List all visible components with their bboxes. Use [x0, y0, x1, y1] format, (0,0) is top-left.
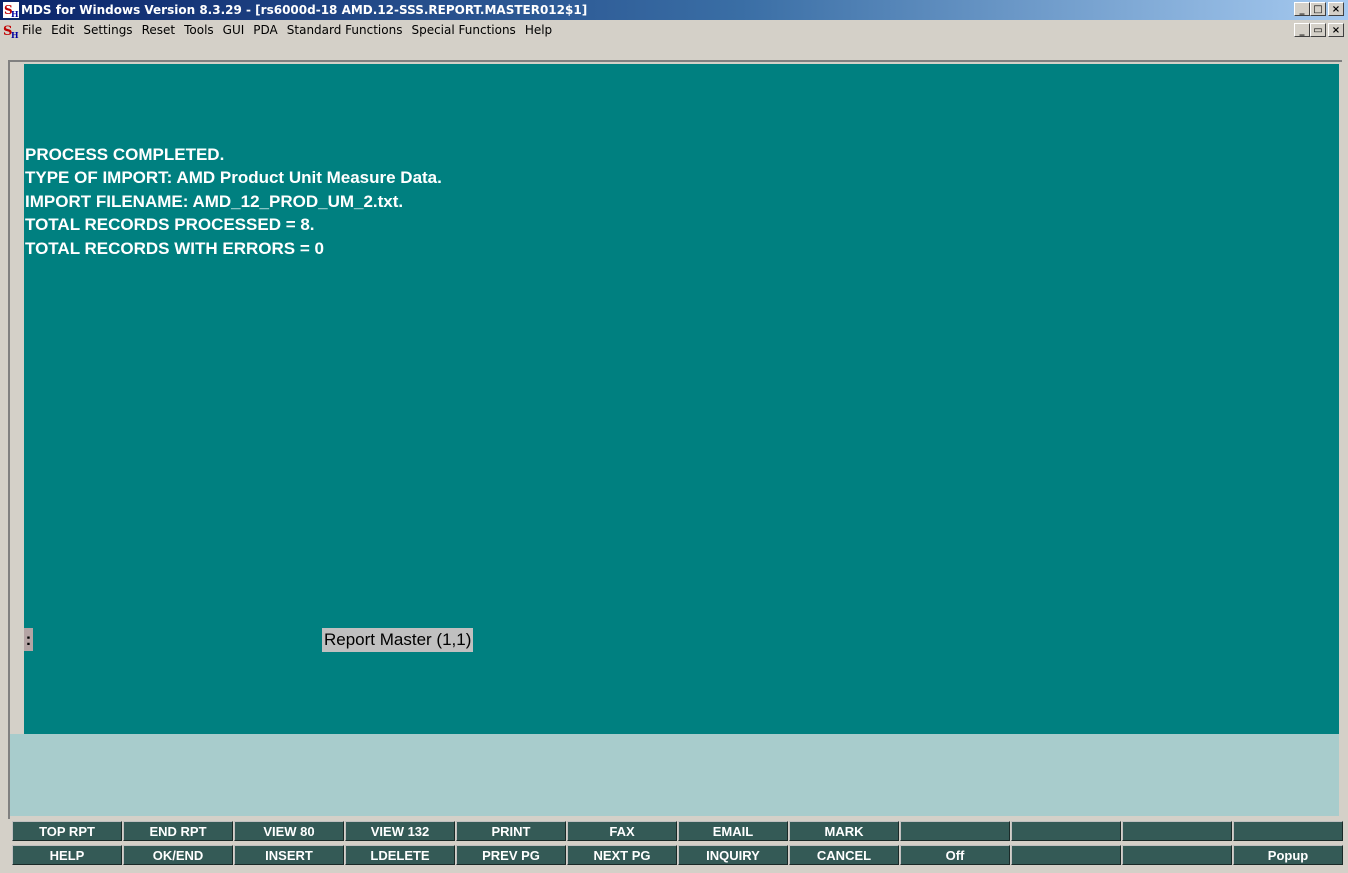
close-button[interactable]: ×: [1328, 2, 1344, 16]
fkey-end-rpt[interactable]: END RPT: [123, 821, 233, 841]
terminal-line: TYPE OF IMPORT: AMD Product Unit Measure…: [25, 168, 442, 187]
child-restore-button[interactable]: ▭: [1310, 23, 1326, 37]
menu-reset[interactable]: Reset: [142, 23, 176, 37]
fkey-blank[interactable]: [1011, 821, 1121, 841]
app-icon[interactable]: S H: [3, 2, 19, 18]
command-prompt[interactable]: :: [24, 628, 33, 651]
fkey-blank[interactable]: [1233, 821, 1343, 841]
fkey-email[interactable]: EMAIL: [678, 821, 788, 841]
menu-standard-functions[interactable]: Standard Functions: [287, 23, 403, 37]
fkey-ok-end[interactable]: OK/END: [123, 845, 233, 865]
menu-pda[interactable]: PDA: [253, 23, 277, 37]
document-icon[interactable]: S H: [3, 23, 19, 39]
fkey-inquiry[interactable]: INQUIRY: [678, 845, 788, 865]
menu-special-functions[interactable]: Special Functions: [411, 23, 515, 37]
function-key-row-1: TOP RPT END RPT VIEW 80 VIEW 132 PRINT F…: [12, 821, 1344, 841]
fkey-prev-pg[interactable]: PREV PG: [456, 845, 566, 865]
fkey-popup[interactable]: Popup: [1233, 845, 1343, 865]
terminal-screen[interactable]: PROCESS COMPLETED. TYPE OF IMPORT: AMD P…: [24, 64, 1339, 734]
fkey-blank[interactable]: [1122, 821, 1232, 841]
title-bar[interactable]: S H MDS for Windows Version 8.3.29 - [rs…: [0, 0, 1348, 20]
fkey-ldelete[interactable]: LDELETE: [345, 845, 455, 865]
fkey-fax[interactable]: FAX: [567, 821, 677, 841]
menu-bar: S H File Edit Settings Reset Tools GUI P…: [0, 20, 1348, 40]
fkey-view-132[interactable]: VIEW 132: [345, 821, 455, 841]
menu-file[interactable]: File: [22, 23, 42, 37]
menu-gui[interactable]: GUI: [223, 23, 245, 37]
fkey-mark[interactable]: MARK: [789, 821, 899, 841]
menu-tools[interactable]: Tools: [184, 23, 214, 37]
menu-settings[interactable]: Settings: [83, 23, 132, 37]
terminal-line: PROCESS COMPLETED.: [25, 145, 225, 164]
fkey-off[interactable]: Off: [900, 845, 1010, 865]
window-title: MDS for Windows Version 8.3.29 - [rs6000…: [21, 3, 588, 17]
child-close-button[interactable]: ×: [1328, 23, 1344, 37]
fkey-next-pg[interactable]: NEXT PG: [567, 845, 677, 865]
fkey-print[interactable]: PRINT: [456, 821, 566, 841]
terminal-line: TOTAL RECORDS PROCESSED = 8.: [25, 215, 315, 234]
report-master-label: Report Master (1,1): [322, 628, 474, 652]
svg-text:H: H: [11, 9, 19, 18]
menu-edit[interactable]: Edit: [51, 23, 74, 37]
fkey-top-rpt[interactable]: TOP RPT: [12, 821, 122, 841]
terminal-line: IMPORT FILENAME: AMD_12_PROD_UM_2.txt.: [25, 192, 404, 211]
function-key-bar: TOP RPT END RPT VIEW 80 VIEW 132 PRINT F…: [12, 821, 1343, 867]
fkey-help[interactable]: HELP: [12, 845, 122, 865]
fkey-insert[interactable]: INSERT: [234, 845, 344, 865]
status-area: [10, 734, 1339, 816]
minimize-button[interactable]: _: [1294, 2, 1310, 16]
child-minimize-button[interactable]: _: [1294, 23, 1310, 37]
fkey-blank[interactable]: [1122, 845, 1232, 865]
terminal-line: TOTAL RECORDS WITH ERRORS = 0: [25, 239, 324, 258]
maximize-button[interactable]: □: [1310, 2, 1326, 16]
fkey-cancel[interactable]: CANCEL: [789, 845, 899, 865]
svg-text:H: H: [11, 30, 19, 39]
fkey-view-80[interactable]: VIEW 80: [234, 821, 344, 841]
fkey-blank[interactable]: [900, 821, 1010, 841]
fkey-blank[interactable]: [1011, 845, 1121, 865]
menu-help[interactable]: Help: [525, 23, 552, 37]
function-key-row-2: HELP OK/END INSERT LDELETE PREV PG NEXT …: [12, 845, 1344, 865]
